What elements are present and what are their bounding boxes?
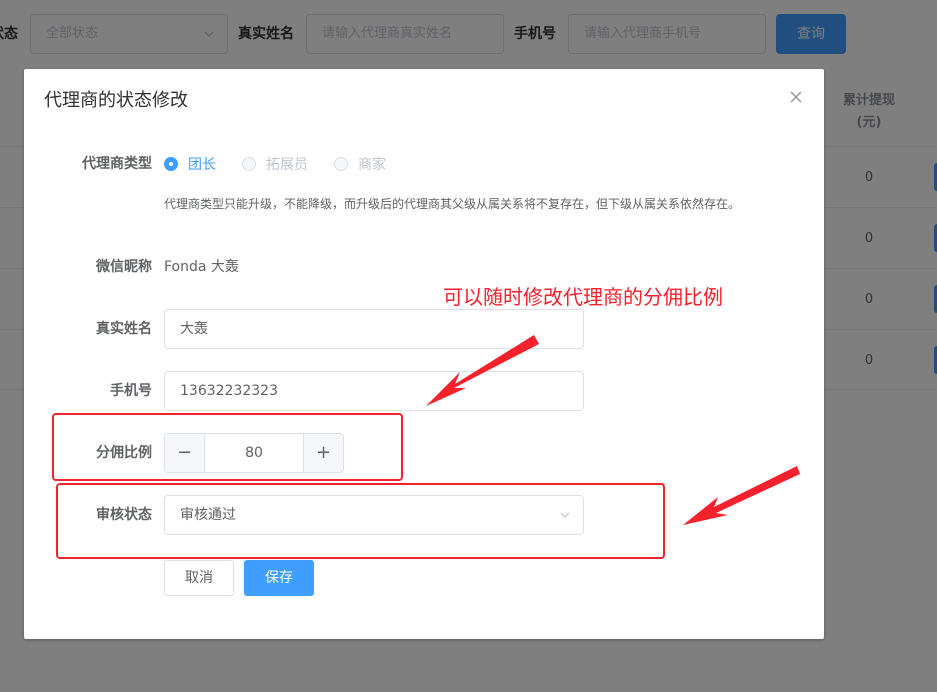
audit-status-label: 审核状态 — [96, 507, 152, 523]
phone-label: 手机号 — [110, 383, 152, 399]
radio-label: 商家 — [358, 157, 386, 173]
agent-type-hint: 代理商类型只能升级，不能降级，而升级后的代理商其父级从属关系将不复存在，但下级从… — [164, 197, 741, 211]
dialog-title: 代理商的状态修改 — [44, 90, 188, 111]
wechat-nickname-label: 微信昵称 — [96, 259, 152, 275]
audit-status-select[interactable]: 审核通过 — [164, 495, 584, 535]
increment-button[interactable]: + — [303, 434, 343, 472]
commission-ratio-label: 分佣比例 — [96, 445, 152, 461]
agent-status-dialog: 代理商的状态修改 代理商类型 团长 拓展员 商家 代理商类型只能升级，不能降级，… — [24, 69, 824, 639]
wechat-nickname-value: Fonda 大轰 — [164, 259, 239, 275]
radio-unchecked-icon — [242, 157, 256, 171]
radio-tuanzhang[interactable]: 团长 — [164, 154, 216, 174]
radio-label: 拓展员 — [266, 157, 308, 173]
radio-tuozhanyuan[interactable]: 拓展员 — [242, 154, 308, 174]
save-button[interactable]: 保存 — [244, 560, 314, 596]
cancel-button[interactable]: 取消 — [164, 560, 234, 596]
real-name-label: 真实姓名 — [96, 321, 152, 337]
commission-ratio-stepper: − 80 + — [164, 433, 344, 473]
real-name-input[interactable]: 大轰 — [164, 309, 584, 349]
commission-ratio-input[interactable]: 80 — [205, 434, 303, 472]
agent-type-label: 代理商类型 — [82, 156, 152, 172]
radio-label: 团长 — [188, 157, 216, 173]
close-icon[interactable] — [788, 89, 804, 105]
annotation-text: 可以随时修改代理商的分佣比例 — [443, 285, 723, 309]
chevron-down-icon — [560, 512, 570, 518]
radio-checked-icon — [164, 157, 178, 171]
phone-input[interactable]: 13632232323 — [164, 371, 584, 411]
decrement-button[interactable]: − — [165, 434, 205, 472]
agent-type-radio-group: 团长 拓展员 商家 — [164, 144, 412, 184]
radio-shangjia[interactable]: 商家 — [334, 154, 386, 174]
audit-status-value: 审核通过 — [180, 507, 236, 523]
radio-unchecked-icon — [334, 157, 348, 171]
